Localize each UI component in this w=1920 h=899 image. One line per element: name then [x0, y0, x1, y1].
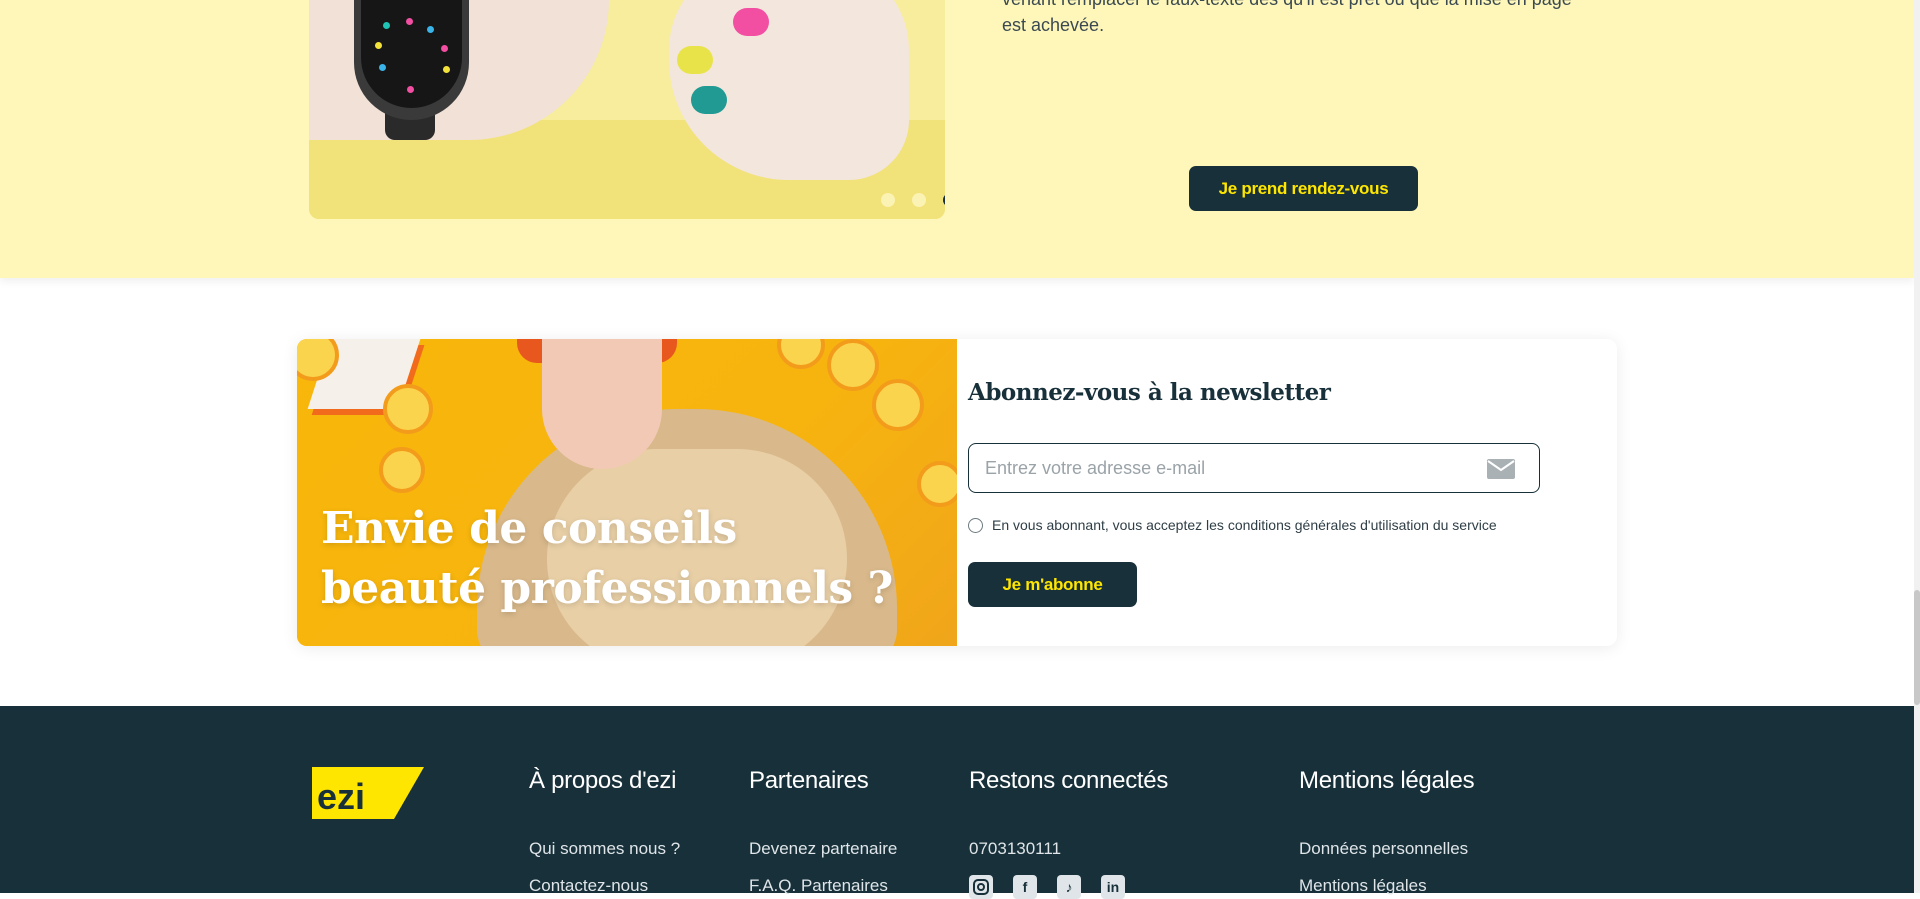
ezi-logo[interactable]: ezi [312, 767, 424, 819]
email-field-wrapper [968, 443, 1540, 493]
nail-teal [691, 86, 727, 114]
footer-column-title: Partenaires [749, 767, 869, 794]
title-line: Envie de conseils [321, 503, 737, 554]
footer-link-personal-data[interactable]: Données personnelles [1299, 839, 1468, 859]
mail-icon [1487, 459, 1515, 479]
newsletter-card: Envie de conseils beauté professionnels … [297, 339, 1617, 646]
consent-option[interactable]: En vous abonnant, vous acceptez les cond… [968, 517, 1497, 533]
footer-column-title: Restons connectés [969, 767, 1169, 794]
consent-label: En vous abonnant, vous acceptez les cond… [992, 517, 1497, 533]
orange-slice [917, 461, 957, 507]
footer-phone-link[interactable]: 0703130111 [969, 839, 1061, 859]
watch-image [354, 0, 469, 120]
logo-text: ezi [317, 776, 365, 817]
watch-dot [383, 22, 390, 29]
footer-link-contact[interactable]: Contactez-nous [529, 876, 648, 896]
footer-column-legal: Mentions légales Données personnelles Me… [1299, 767, 1475, 895]
scrollbar-thumb[interactable] [1914, 590, 1920, 705]
orange-slice [872, 379, 924, 431]
orange-slice [379, 447, 425, 493]
orange-slice [827, 339, 879, 391]
page-scrollbar[interactable] [1914, 0, 1920, 893]
watch-dot [441, 45, 448, 52]
consent-radio[interactable] [968, 517, 983, 533]
carousel-dot[interactable] [912, 193, 926, 207]
footer-column-partners: Partenaires Devenez partenaire F.A.Q. Pa… [749, 767, 897, 895]
orange-slice [383, 384, 433, 434]
hero-text-line: venant remplacer le faux-texte dès qu'il… [1002, 0, 1622, 12]
watch-dot [406, 18, 413, 25]
footer: ezi À propos d'ezi Qui sommes nous ? Con… [0, 706, 1914, 899]
social-links: f ♪ in [969, 875, 1125, 899]
image-face [542, 339, 662, 469]
watch-dot [407, 86, 414, 93]
watch-dot [375, 42, 382, 49]
hero-section: venant remplacer le faux-texte dès qu'il… [0, 0, 1914, 278]
newsletter-image-title: Envie de conseils beauté professionnels … [321, 499, 921, 619]
footer-link-partner-faq[interactable]: F.A.Q. Partenaires [749, 876, 888, 896]
watch-dot [443, 66, 450, 73]
facebook-icon[interactable]: f [1013, 875, 1037, 899]
carousel-dot-active[interactable] [943, 193, 945, 207]
footer-link-about-us[interactable]: Qui sommes nous ? [529, 839, 680, 859]
hero-carousel-image [309, 0, 945, 219]
title-line: beauté professionnels ? [321, 563, 893, 614]
tiktok-icon[interactable]: ♪ [1057, 875, 1081, 899]
nail-pink [733, 8, 769, 36]
footer-link-legal-notice[interactable]: Mentions légales [1299, 876, 1427, 896]
footer-column-about: À propos d'ezi Qui sommes nous ? Contact… [529, 767, 680, 895]
newsletter-form: Abonnez-vous à la newsletter En vous abo… [968, 339, 1608, 646]
hero-description: venant remplacer le faux-texte dès qu'il… [1002, 0, 1622, 38]
watch-dot [427, 26, 434, 33]
hero-text-line: est achevée. [1002, 15, 1105, 35]
newsletter-image: Envie de conseils beauté professionnels … [297, 339, 957, 646]
watch-face [361, 0, 462, 108]
footer-column-title: À propos d'ezi [529, 767, 677, 794]
nail-yellow [677, 46, 713, 74]
watch-dot [379, 64, 386, 71]
subscribe-button[interactable]: Je m'abonne [968, 562, 1137, 607]
footer-column-connect: Restons connectés 0703130111 f ♪ in [969, 767, 1169, 899]
carousel-dots [881, 193, 945, 207]
book-appointment-button[interactable]: Je prend rendez-vous [1189, 166, 1418, 211]
email-input[interactable] [983, 444, 1487, 493]
linkedin-icon[interactable]: in [1101, 875, 1125, 899]
carousel-dot[interactable] [881, 193, 895, 207]
instagram-icon[interactable] [969, 875, 993, 899]
footer-link-become-partner[interactable]: Devenez partenaire [749, 839, 897, 859]
footer-column-title: Mentions légales [1299, 767, 1475, 794]
newsletter-heading: Abonnez-vous à la newsletter [968, 379, 1331, 406]
